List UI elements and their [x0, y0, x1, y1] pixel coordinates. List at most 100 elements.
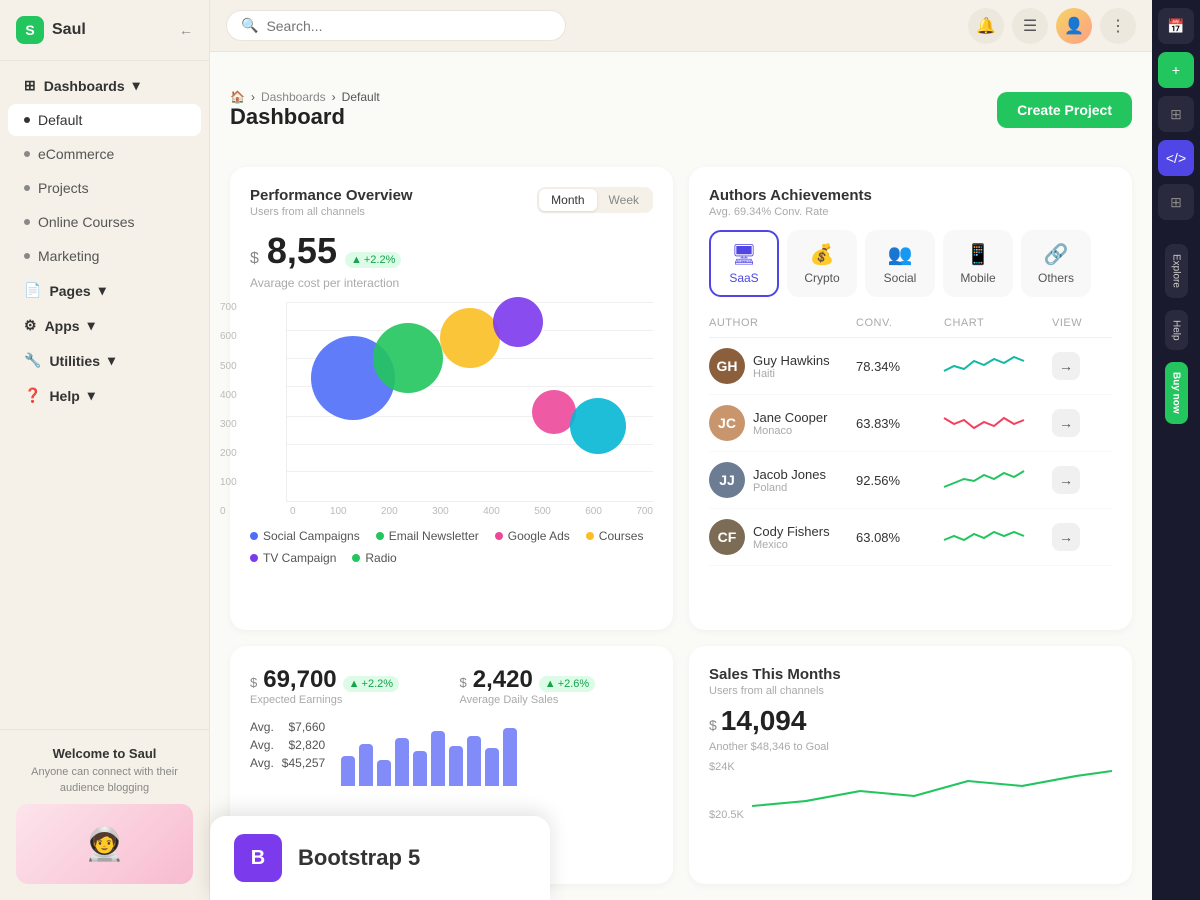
- legend-dot-social: [250, 532, 258, 540]
- marketing-label: Marketing: [38, 248, 99, 264]
- header-right: 🔔 ☰ 👤 ⋮: [968, 8, 1136, 44]
- view-btn-jane[interactable]: →: [1052, 409, 1080, 437]
- rs-grid2-icon[interactable]: ⊞: [1158, 184, 1194, 220]
- cat-tab-saas[interactable]: 🖥 SaaS: [709, 230, 779, 297]
- help-icon: ❓: [24, 387, 41, 404]
- bar-10: [503, 728, 517, 786]
- sidebar-item-projects[interactable]: Projects: [8, 172, 201, 204]
- search-icon: 🔍: [241, 17, 258, 34]
- cat-tab-social[interactable]: 👥 Social: [865, 230, 935, 297]
- legend-social-campaigns: Social Campaigns: [250, 529, 360, 543]
- sales-y-labels: $24K $20.5K: [709, 761, 744, 821]
- sidebar-nav: ⊞ Dashboards ▾ Default eCommerce Project…: [0, 61, 209, 729]
- cat-tab-mobile[interactable]: 📱 Mobile: [943, 230, 1013, 297]
- sparkline-guy: [944, 351, 1044, 381]
- bar-2: [359, 744, 373, 786]
- bootstrap-icon: B: [234, 834, 282, 882]
- metric-big: $ 8,55 ▲ +2.2%: [250, 230, 653, 272]
- apps-label: Apps: [45, 318, 80, 334]
- avatar-guy: GH: [709, 348, 745, 384]
- earnings-badge: ▲ +2.2%: [343, 676, 399, 692]
- sidebar-item-default[interactable]: Default: [8, 104, 201, 136]
- bar-3: [377, 760, 391, 786]
- view-btn-guy[interactable]: →: [1052, 352, 1080, 380]
- conv-jacob: 92.56%: [856, 473, 936, 488]
- tab-week[interactable]: Week: [597, 189, 651, 211]
- tab-month[interactable]: Month: [539, 189, 596, 211]
- buy-now-button[interactable]: Buy now: [1165, 362, 1188, 424]
- sidebar-item-utilities[interactable]: 🔧 Utilities ▾: [8, 344, 201, 377]
- earnings-dollar: $: [250, 675, 257, 690]
- user-avatar[interactable]: 👤: [1056, 8, 1092, 44]
- view-btn-cody[interactable]: →: [1052, 523, 1080, 551]
- chart-legend: Social Campaigns Email Newsletter Google…: [250, 529, 653, 565]
- cat-tab-others[interactable]: 🔗 Others: [1021, 230, 1091, 297]
- author-name-guy: Guy Hawkins: [753, 353, 830, 368]
- default-dot: [24, 117, 30, 123]
- notifications-button[interactable]: 🔔: [968, 8, 1004, 44]
- sales-value-display: 14,094: [721, 705, 807, 737]
- saas-icon: 🖥: [731, 242, 756, 267]
- rs-add-button[interactable]: +: [1158, 52, 1194, 88]
- performance-title: Performance Overview: [250, 187, 413, 204]
- search-input[interactable]: [266, 18, 551, 34]
- avatar-jane: JC: [709, 405, 745, 441]
- dashboards-label: Dashboards: [44, 78, 125, 94]
- bar-chart-mini: [341, 726, 517, 786]
- legend-label-email: Email Newsletter: [389, 529, 479, 543]
- sidebar-item-apps[interactable]: ⚙ Apps ▾: [8, 309, 201, 342]
- bar-6: [431, 731, 445, 786]
- default-label: Default: [38, 112, 82, 128]
- sidebar-toggle-icon[interactable]: ←: [179, 22, 193, 38]
- ecommerce-dot: [24, 151, 30, 157]
- cat-tab-crypto[interactable]: 💰 Crypto: [787, 230, 857, 297]
- author-name-jacob: Jacob Jones: [753, 467, 826, 482]
- top-header: 🔍 🔔 ☰ 👤 ⋮: [210, 0, 1152, 52]
- authors-card: Authors Achievements Avg. 69.34% Conv. R…: [689, 167, 1132, 629]
- rs-calendar-icon[interactable]: 📅: [1158, 8, 1194, 44]
- chart-x-labels: 0 100 200 300 400 500 600 700: [286, 502, 653, 517]
- performance-title-area: Performance Overview Users from all chan…: [250, 187, 413, 218]
- conv-guy: 78.34%: [856, 359, 936, 374]
- legend-label-courses: Courses: [599, 529, 644, 543]
- view-btn-jacob[interactable]: →: [1052, 466, 1080, 494]
- help-button[interactable]: Help: [1165, 310, 1188, 351]
- sales-title: Sales This Months: [709, 666, 1112, 683]
- legend-dot-radio: [352, 554, 360, 562]
- bar-8: [467, 736, 481, 786]
- performance-card-header: Performance Overview Users from all chan…: [250, 187, 653, 218]
- bar-7: [449, 746, 463, 786]
- settings-button[interactable]: ☰: [1012, 8, 1048, 44]
- sidebar-item-ecommerce[interactable]: eCommerce: [8, 138, 201, 170]
- chart-y-labels: 700 600 500 400 300 200 100 0: [220, 302, 237, 517]
- bubble-google: [440, 308, 500, 368]
- sales-badge: ▲ +2.6%: [539, 676, 595, 692]
- projects-dot: [24, 185, 30, 191]
- sidebar: S Saul ← ⊞ Dashboards ▾ Default eCommerc…: [0, 0, 210, 900]
- breadcrumb-dashboards[interactable]: Dashboards: [261, 90, 326, 104]
- utilities-label: Utilities: [49, 353, 100, 369]
- bubble-cyan: [570, 398, 626, 454]
- sidebar-item-marketing[interactable]: Marketing: [8, 240, 201, 272]
- help-label: Help: [49, 388, 79, 404]
- create-project-button[interactable]: Create Project: [997, 92, 1132, 128]
- sidebar-item-dashboards[interactable]: ⊞ Dashboards ▾: [8, 69, 201, 102]
- utilities-chevron: ▾: [108, 352, 115, 369]
- rs-code-icon[interactable]: </>: [1158, 140, 1194, 176]
- menu-button[interactable]: ⋮: [1100, 8, 1136, 44]
- ecommerce-label: eCommerce: [38, 146, 114, 162]
- legend-courses: Courses: [586, 529, 644, 543]
- search-box[interactable]: 🔍: [226, 10, 566, 41]
- app-logo: S: [16, 16, 44, 44]
- rs-grid-icon[interactable]: ⊞: [1158, 96, 1194, 132]
- legend-label-radio: Radio: [365, 551, 396, 565]
- category-tabs: 🖥 SaaS 💰 Crypto 👥 Social 📱 Mobile: [709, 230, 1112, 297]
- explore-button[interactable]: Explore: [1165, 244, 1188, 298]
- sidebar-item-online-courses[interactable]: Online Courses: [8, 206, 201, 238]
- legend-google-ads: Google Ads: [495, 529, 570, 543]
- sidebar-item-pages[interactable]: 📄 Pages ▾: [8, 274, 201, 307]
- breadcrumb-current: Default: [342, 90, 380, 104]
- page-title-area: 🏠 › Dashboards › Default Dashboard: [230, 90, 380, 130]
- legend-dot-tv: [250, 554, 258, 562]
- sidebar-item-help[interactable]: ❓ Help ▾: [8, 379, 201, 412]
